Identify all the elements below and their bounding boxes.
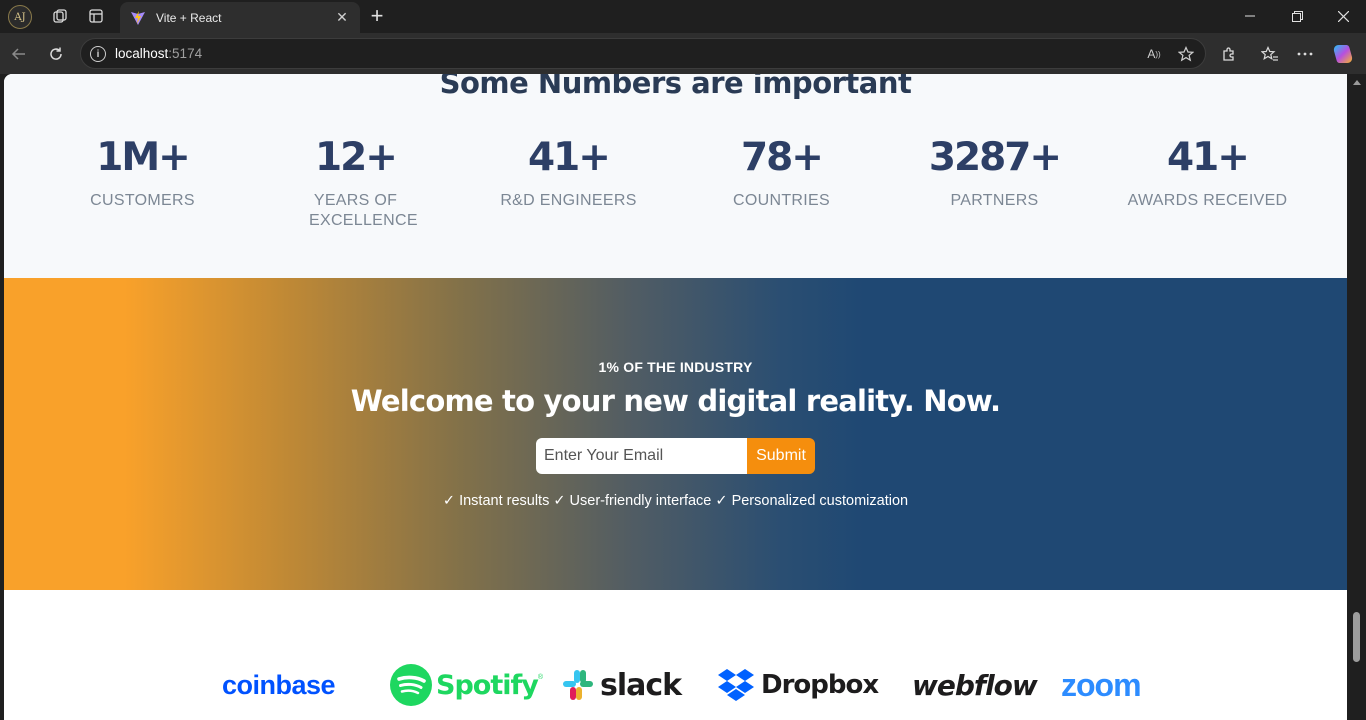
stat-value: 12+ (315, 135, 398, 180)
email-input[interactable] (536, 438, 747, 474)
stat-countries: 78+ COUNTRIES (675, 134, 888, 211)
page-viewport: Some Numbers are important 1M+ CUSTOMERS… (4, 74, 1347, 720)
profile-avatar[interactable]: AJ (8, 5, 32, 29)
stat-label: PARTNERS (950, 192, 1039, 209)
spotify-logo: Spotify ® (390, 662, 543, 708)
close-window-icon[interactable] (1329, 6, 1357, 26)
browser-titlebar: AJ Vite + React ✕ + (0, 0, 1366, 33)
stat-awards: 41+ AWARDS RECEIVED (1101, 134, 1314, 211)
copilot-icon[interactable] (1332, 43, 1354, 65)
dropbox-logo: Dropbox (717, 662, 879, 708)
reload-icon[interactable] (45, 43, 67, 65)
tab-actions-icon[interactable] (86, 6, 106, 26)
webflow-logo: webflow (912, 668, 1038, 702)
stat-label: COUNTRIES (733, 192, 830, 209)
favorite-star-icon[interactable] (1176, 44, 1196, 64)
browser-tab-active[interactable]: Vite + React ✕ (120, 2, 360, 33)
coinbase-logo: coinbase (222, 669, 336, 700)
read-aloud-icon[interactable]: A)) (1144, 44, 1164, 64)
slack-icon (563, 670, 593, 700)
slack-logo: slack (562, 662, 682, 708)
spotify-icon (390, 664, 432, 706)
hero-title: Welcome to your new digital reality. Now… (350, 384, 1001, 418)
stat-label: R&D ENGINEERS (500, 192, 637, 209)
stats-section: Some Numbers are important 1M+ CUSTOMERS… (4, 74, 1347, 278)
stat-label: AWARDS RECEIVED (1127, 192, 1288, 209)
dropbox-icon (718, 669, 754, 701)
back-icon[interactable] (8, 43, 30, 65)
stat-label: YEARS OF EXCELLENCE (309, 192, 418, 229)
hero-eyebrow: 1% OF THE INDUSTRY (598, 359, 753, 375)
extensions-icon[interactable] (1218, 43, 1240, 65)
hero-section: 1% OF THE INDUSTRY Welcome to your new d… (4, 278, 1347, 590)
stat-years: 12+ YEARS OF EXCELLENCE (249, 134, 462, 231)
stat-value: 1M+ (96, 135, 191, 180)
partner-logos: coinbase Spotify ® slack Dropbox webflow… (4, 590, 1347, 720)
site-info-icon[interactable]: i (90, 46, 106, 62)
zoom-logo: zoom (1061, 666, 1142, 703)
tab-title: Vite + React (156, 10, 222, 25)
restore-icon[interactable] (1283, 6, 1311, 26)
browser-toolbar: i localhost:5174 A)) (0, 33, 1366, 74)
tab-close-icon[interactable]: ✕ (334, 9, 350, 26)
stat-engineers: 41+ R&D ENGINEERS (462, 134, 675, 211)
stat-value: 3287+ (928, 135, 1062, 180)
stat-value: 78+ (741, 135, 824, 180)
stat-value: 41+ (528, 135, 611, 180)
stat-label: CUSTOMERS (90, 192, 195, 209)
scrollbar-thumb[interactable] (1353, 612, 1360, 662)
stat-partners: 3287+ PARTNERS (888, 134, 1101, 211)
address-bar[interactable]: i localhost:5174 A)) (80, 38, 1206, 69)
favorites-icon[interactable] (1259, 43, 1281, 65)
more-menu-icon[interactable] (1294, 43, 1316, 65)
minimize-icon[interactable] (1236, 6, 1264, 26)
page-scrollbar[interactable] (1347, 74, 1366, 720)
workspaces-icon[interactable] (50, 6, 70, 26)
stats-title: Some Numbers are important (439, 74, 912, 100)
url-text[interactable]: localhost:5174 (115, 46, 202, 61)
stat-value: 41+ (1167, 135, 1250, 180)
new-tab-icon[interactable]: + (366, 5, 388, 27)
vite-favicon-icon (131, 10, 145, 25)
feature-list: ✓ Instant results ✓ User-friendly interf… (442, 493, 909, 509)
submit-button[interactable]: Submit (747, 438, 815, 474)
stat-customers: 1M+ CUSTOMERS (36, 134, 249, 211)
scroll-up-arrow-icon[interactable] (1353, 80, 1361, 85)
